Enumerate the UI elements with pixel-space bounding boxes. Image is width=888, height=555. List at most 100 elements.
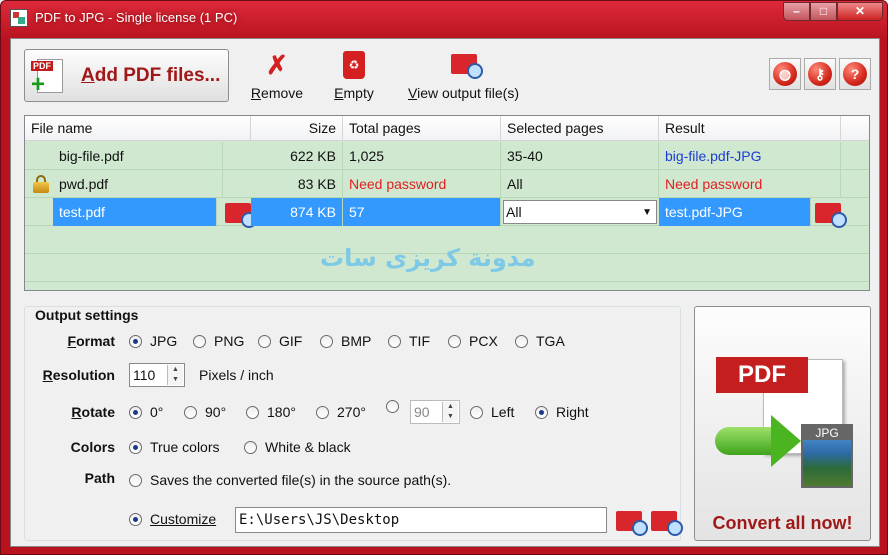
dropdown-value: All <box>506 204 522 220</box>
total-pages: 57 <box>343 198 501 226</box>
window-title: PDF to JPG - Single license (1 PC) <box>35 10 238 25</box>
trash-icon: ♻ <box>343 51 365 79</box>
path-row: Path Saves the converted file(s) in the … <box>25 466 675 490</box>
file-size: 874 KB <box>251 198 343 226</box>
source-path-radio[interactable]: Saves the converted file(s) in the sourc… <box>129 468 451 492</box>
result-link[interactable]: big-file.pdf-JPG <box>659 142 841 170</box>
title-bar[interactable]: PDF to JPG - Single license (1 PC) – □ ✕ <box>1 1 888 34</box>
chevron-down-icon[interactable]: ▼ <box>642 204 652 222</box>
output-path-field[interactable]: E:\Users\JS\Desktop <box>235 507 607 533</box>
format-bmp-radio[interactable]: BMP <box>320 329 371 353</box>
key-icon: ⚷ <box>808 62 832 86</box>
column-result[interactable]: Result <box>659 116 841 141</box>
rotate-custom-radio[interactable] <box>386 400 407 413</box>
format-tga-radio[interactable]: TGA <box>515 329 565 353</box>
format-tif-radio[interactable]: TIF <box>388 329 430 353</box>
lock-icon <box>33 175 49 193</box>
browse-folder-icon[interactable] <box>616 511 648 536</box>
column-size[interactable]: Size <box>251 116 343 141</box>
remove-x-icon: ✗ <box>266 50 288 80</box>
rotate-right-radio[interactable]: Right <box>535 400 589 424</box>
format-gif-radio[interactable]: GIF <box>258 329 302 353</box>
website-button[interactable]: ◍ <box>769 58 801 90</box>
stepper-arrows-icon[interactable]: ▲ ▼ <box>442 402 458 422</box>
resolution-label: Resolution <box>42 367 115 383</box>
client-area: PDF + Add PDF files... ✗ Remove ♻ Empty V… <box>10 38 880 547</box>
help-icon: ? <box>843 62 867 86</box>
app-icon[interactable] <box>10 9 28 27</box>
format-jpg-radio[interactable]: JPG <box>129 329 177 353</box>
table-row[interactable]: pwd.pdf 83 KB Need password All Need pas… <box>25 170 869 198</box>
format-row: Format JPG PNG GIF BMP TIF PCX TGA <box>25 329 675 353</box>
folder-search-icon <box>449 51 483 79</box>
colors-label: Colors <box>70 439 115 455</box>
file-name: big-file.pdf <box>53 142 223 170</box>
true-colors-radio[interactable]: True colors <box>129 435 220 459</box>
maximize-button[interactable]: □ <box>810 2 837 21</box>
file-name: pwd.pdf <box>53 170 223 198</box>
folder-search-icon[interactable] <box>225 203 257 228</box>
convert-all-label: Convert all now! <box>712 513 853 533</box>
add-pdf-files-label: Add PDF files... <box>81 64 221 86</box>
jpg-badge: JPG <box>803 426 851 440</box>
window-frame: PDF to JPG - Single license (1 PC) – □ ✕… <box>0 0 888 555</box>
convert-all-button[interactable]: PDF JPG Convert all now! <box>694 306 871 541</box>
window-controls: – □ ✕ <box>783 2 883 21</box>
column-file-name[interactable]: File name <box>25 116 251 141</box>
open-folder-icon[interactable] <box>651 511 683 536</box>
output-settings-group: Output settings Format JPG PNG GIF BMP T… <box>24 306 683 541</box>
file-size: 622 KB <box>251 142 343 170</box>
rotate-angle-stepper[interactable]: 90 ▲ ▼ <box>410 400 460 424</box>
file-list-header: File name Size Total pages Selected page… <box>25 116 869 141</box>
result-link[interactable]: test.pdf-JPG <box>659 198 811 226</box>
selected-pages[interactable]: All <box>501 170 659 198</box>
empty-button[interactable]: ♻ Empty <box>329 51 379 101</box>
help-toolbar: ◍ ⚷ ? <box>769 58 871 90</box>
pdf-to-jpg-icon: PDF JPG <box>713 349 853 499</box>
remove-button[interactable]: ✗ Remove <box>248 51 306 101</box>
globe-icon: ◍ <box>773 62 797 86</box>
minimize-button[interactable]: – <box>783 2 810 21</box>
rotate-label: Rotate <box>71 404 115 420</box>
table-row[interactable]: big-file.pdf 622 KB 1,025 35-40 big-file… <box>25 142 869 170</box>
watermark-text: مدونة كريزى سات <box>320 244 536 272</box>
white-black-radio[interactable]: White & black <box>244 435 351 459</box>
register-button[interactable]: ⚷ <box>804 58 836 90</box>
add-pdf-files-button[interactable]: PDF + Add PDF files... <box>24 49 229 102</box>
column-selected-pages[interactable]: Selected pages <box>501 116 659 141</box>
path-label: Path <box>84 470 115 486</box>
view-output-files-button[interactable]: View output file(s) <box>401 51 526 101</box>
total-pages: Need password <box>343 170 501 198</box>
remove-label: Remove <box>250 85 304 101</box>
rotate-left-radio[interactable]: Left <box>470 400 514 424</box>
total-pages: 1,025 <box>343 142 501 170</box>
table-row-selected[interactable]: test.pdf 874 KB 57 All ▼ test.pdf-JPG <box>25 198 869 228</box>
rotate-row: Rotate 0° 90° 180° 270° 90 ▲ ▼ Left Right <box>25 400 675 424</box>
rotate-180-radio[interactable]: 180° <box>246 400 296 424</box>
column-total-pages[interactable]: Total pages <box>343 116 501 141</box>
selected-pages-dropdown[interactable]: All ▼ <box>503 200 657 224</box>
resolution-row: Resolution 110 ▲ ▼ Pixels / inch <box>25 363 675 387</box>
file-name: test.pdf <box>53 198 217 226</box>
view-output-label: View output file(s) <box>407 85 520 101</box>
help-button[interactable]: ? <box>839 58 871 90</box>
file-size: 83 KB <box>251 170 343 198</box>
empty-label: Empty <box>334 85 374 101</box>
rotate-270-radio[interactable]: 270° <box>316 400 366 424</box>
pdf-add-icon: PDF + <box>31 57 69 96</box>
selected-pages[interactable]: 35-40 <box>501 142 659 170</box>
format-png-radio[interactable]: PNG <box>193 329 244 353</box>
folder-search-icon[interactable] <box>815 203 847 228</box>
format-label: Format <box>67 333 115 349</box>
rotate-0-radio[interactable]: 0° <box>129 400 163 424</box>
resolution-stepper[interactable]: 110 ▲ ▼ <box>129 363 185 387</box>
file-list[interactable]: File name Size Total pages Selected page… <box>24 115 870 291</box>
close-button[interactable]: ✕ <box>837 2 883 21</box>
stepper-arrows-icon[interactable]: ▲ ▼ <box>167 365 183 385</box>
format-pcx-radio[interactable]: PCX <box>448 329 498 353</box>
resolution-unit: Pixels / inch <box>199 367 274 383</box>
output-settings-title: Output settings <box>33 307 141 323</box>
colors-row: Colors True colors White & black <box>25 435 675 459</box>
rotate-90-radio[interactable]: 90° <box>184 400 226 424</box>
customize-radio[interactable]: Customize <box>129 507 216 531</box>
